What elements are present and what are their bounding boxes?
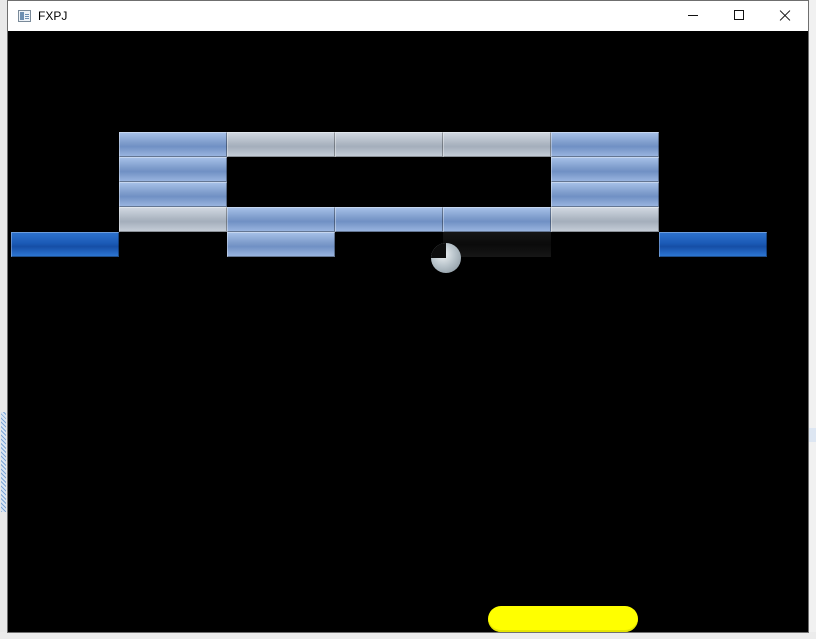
brick-light-blue xyxy=(443,207,551,232)
title-bar[interactable]: FXPJ xyxy=(8,1,808,31)
desktop-bottom-edge xyxy=(0,632,816,639)
minimize-button[interactable] xyxy=(670,1,716,31)
ball xyxy=(431,243,461,273)
desktop-right-edge xyxy=(808,0,816,639)
close-button[interactable] xyxy=(762,1,808,31)
minimize-icon xyxy=(688,15,698,16)
brick-grey xyxy=(119,207,227,232)
maximize-button[interactable] xyxy=(716,1,762,31)
maximize-icon xyxy=(734,10,744,20)
app-window-icon xyxy=(18,10,31,22)
brick-grey xyxy=(227,132,335,157)
desktop-hatched-element xyxy=(1,412,6,512)
brick-blue xyxy=(659,232,767,257)
brick-light-blue xyxy=(227,207,335,232)
brick-grey xyxy=(335,132,443,157)
brick-grey xyxy=(551,207,659,232)
brick-light-blue xyxy=(335,207,443,232)
brick-light-blue xyxy=(119,157,227,182)
brick-light-blue xyxy=(551,157,659,182)
paddle[interactable] xyxy=(488,606,638,632)
brick-blue xyxy=(11,232,119,257)
brick-light-blue xyxy=(119,182,227,207)
brick-light-blue xyxy=(119,132,227,157)
game-playfield[interactable] xyxy=(8,31,808,632)
window-title: FXPJ xyxy=(38,9,68,23)
desktop-right-mark xyxy=(809,428,816,442)
game-window: FXPJ xyxy=(7,0,809,633)
brick-light-blue xyxy=(551,182,659,207)
brick-light-blue xyxy=(227,232,335,257)
brick-light-blue xyxy=(551,132,659,157)
brick-grey xyxy=(443,132,551,157)
